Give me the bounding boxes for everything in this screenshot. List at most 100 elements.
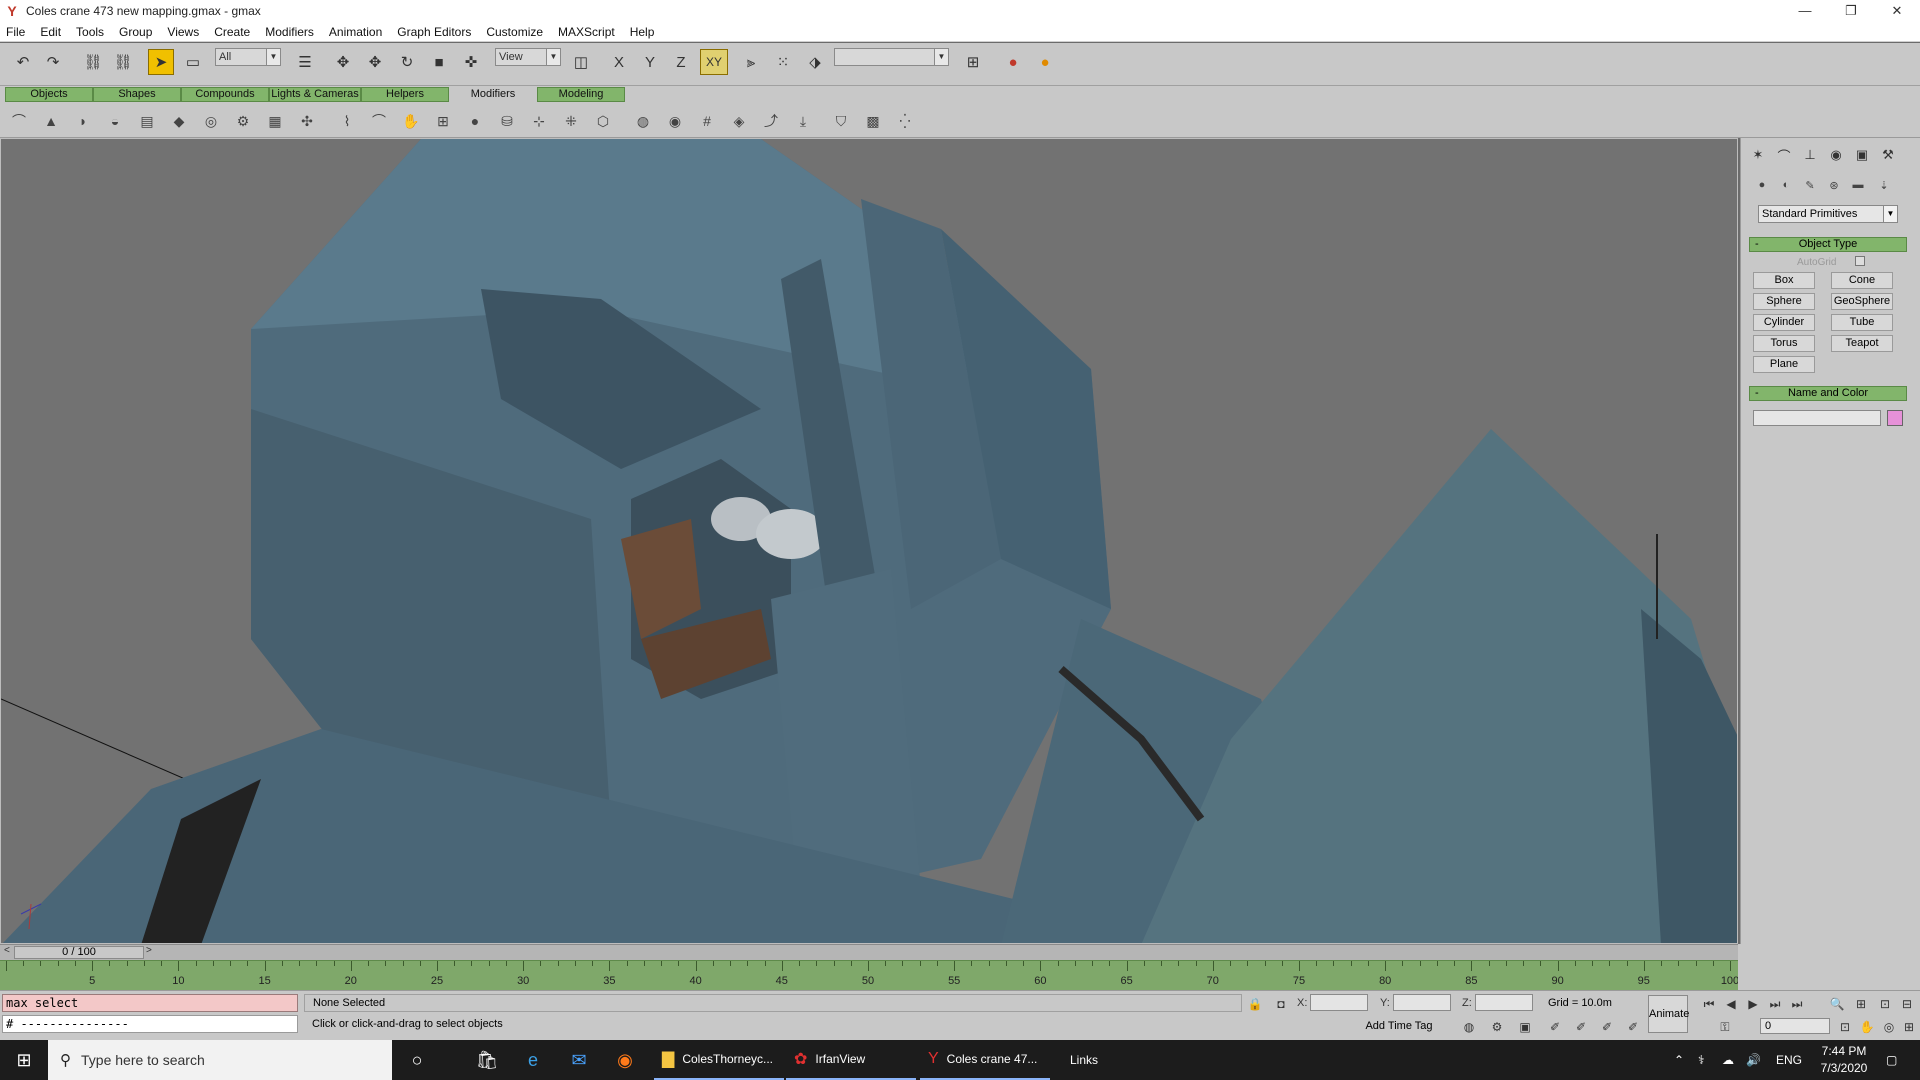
restrict-xy-button[interactable]: XY xyxy=(700,49,728,75)
angle-snap-icon[interactable]: ▣ xyxy=(1516,1018,1534,1036)
mail-icon[interactable]: ✉ xyxy=(562,1040,596,1080)
animate-button[interactable]: Animate xyxy=(1648,995,1689,1033)
named-selection-dropdown[interactable]: ▼ xyxy=(834,48,949,66)
noise-icon[interactable]: ◒ xyxy=(104,110,126,132)
time-slider[interactable]: < 0 / 100 > xyxy=(0,944,1738,960)
cone-button[interactable]: Cone xyxy=(1831,272,1893,289)
menu-views[interactable]: Views xyxy=(167,25,199,39)
tab-objects[interactable]: Objects xyxy=(5,87,93,102)
add-time-tag-button[interactable]: Add Time Tag xyxy=(1359,1018,1439,1034)
render-icon[interactable]: ● xyxy=(1032,49,1058,75)
region-select-icon[interactable]: ▭ xyxy=(180,49,206,75)
maxscript-listener-input[interactable]: max select xyxy=(2,994,298,1012)
plane-button[interactable]: Plane xyxy=(1753,356,1815,373)
go-to-end-icon[interactable]: ⏭ xyxy=(1788,995,1806,1013)
select-move-icon[interactable]: ✥ xyxy=(330,49,356,75)
skew-icon[interactable]: ⌇ xyxy=(336,110,358,132)
space-warps-icon[interactable]: ⇣ xyxy=(1875,176,1893,194)
teapot-button[interactable]: Teapot xyxy=(1831,335,1893,352)
language-indicator[interactable]: ENG xyxy=(1776,1040,1802,1080)
tab-shapes[interactable]: Shapes xyxy=(93,87,181,102)
lattice-icon[interactable]: ⁜ xyxy=(560,110,582,132)
grid-icon[interactable]: # xyxy=(696,110,718,132)
bend-icon[interactable]: ⌒ xyxy=(8,110,30,132)
cap-holes-icon[interactable]: ⛉ xyxy=(830,110,852,132)
x-coordinate-field[interactable] xyxy=(1310,994,1368,1011)
menu-maxscript[interactable]: MAXScript xyxy=(558,25,615,39)
prev-frame-icon[interactable]: < xyxy=(4,945,10,956)
close-button[interactable]: ✕ xyxy=(1874,0,1920,22)
edit-icon[interactable]: ✐ xyxy=(1624,1018,1642,1036)
tab-modeling[interactable]: Modeling xyxy=(537,87,625,102)
stretch-icon[interactable]: ▤ xyxy=(136,110,158,132)
select-rotate-icon[interactable]: ↻ xyxy=(394,49,420,75)
menu-modifiers[interactable]: Modifiers xyxy=(265,25,314,39)
hierarchy-tab-icon[interactable]: ⊥ xyxy=(1799,144,1821,166)
array-icon[interactable]: ⁙ xyxy=(770,49,796,75)
arc-rotate-icon[interactable]: ◎ xyxy=(1880,1018,1898,1036)
unlink-icon[interactable]: ⛓ xyxy=(110,49,136,75)
geosphere-button[interactable]: GeoSphere xyxy=(1831,293,1893,310)
menu-group[interactable]: Group xyxy=(119,25,152,39)
ffd-icon[interactable]: ⊞ xyxy=(432,110,454,132)
taskbar-item-gmax[interactable]: Y Coles crane 47... xyxy=(920,1040,1050,1080)
cylinder-button[interactable]: Cylinder xyxy=(1753,314,1815,331)
current-frame-field[interactable]: 0 xyxy=(1760,1018,1830,1034)
tab-lights-cameras[interactable]: Lights & Cameras xyxy=(269,87,361,102)
z-coordinate-field[interactable] xyxy=(1475,994,1533,1011)
select-move-alt-icon[interactable]: ✥ xyxy=(362,49,388,75)
smooth-icon[interactable]: ⤓ xyxy=(792,110,814,132)
windows-start-icon[interactable]: ⊞ xyxy=(0,1040,48,1080)
menu-file[interactable]: File xyxy=(6,25,25,39)
utilities-tab-icon[interactable]: ⚒ xyxy=(1877,144,1899,166)
chevron-up-icon[interactable]: ⌃ xyxy=(1674,1040,1684,1080)
edge-browser-icon[interactable]: e xyxy=(516,1040,550,1080)
torus-button[interactable]: Torus xyxy=(1753,335,1815,352)
menu-create[interactable]: Create xyxy=(214,25,250,39)
taskbar-item-folder[interactable]: ▇ ColesThorneyc... xyxy=(654,1040,784,1080)
menu-graph-editors[interactable]: Graph Editors xyxy=(397,25,471,39)
cameras-icon[interactable]: ⊛ xyxy=(1825,176,1843,194)
zoom-icon[interactable]: 🔍 xyxy=(1828,995,1846,1013)
next-frame-icon[interactable]: > xyxy=(146,945,152,956)
squeeze-icon[interactable]: ◆ xyxy=(168,110,190,132)
mesh-select-icon[interactable]: ⬡ xyxy=(592,110,614,132)
firefox-icon[interactable]: ◉ xyxy=(608,1040,642,1080)
lights-icon[interactable]: ✎ xyxy=(1801,176,1819,194)
taskbar-search-box[interactable]: ⚲ Type here to search xyxy=(48,1040,392,1080)
xform-icon[interactable]: ⊹ xyxy=(528,110,550,132)
network-icon[interactable]: ⚕ xyxy=(1698,1040,1705,1080)
taskbar-item-irfanview[interactable]: ✿ IrfanView xyxy=(786,1040,916,1080)
ripple-icon[interactable]: ▦ xyxy=(264,110,286,132)
modify-tab-icon[interactable]: ⌒ xyxy=(1773,144,1795,166)
autogrid-checkbox[interactable] xyxy=(1855,256,1865,266)
wave-icon[interactable]: ✣ xyxy=(296,110,318,132)
pivot-center-icon[interactable]: ◫ xyxy=(568,49,594,75)
select-by-name-icon[interactable]: ☰ xyxy=(292,49,318,75)
object-color-swatch[interactable] xyxy=(1887,410,1903,426)
tab-modifiers[interactable]: Modifiers xyxy=(449,87,537,102)
create-tab-icon[interactable]: ✶ xyxy=(1747,144,1769,166)
time-slider-thumb[interactable]: 0 / 100 xyxy=(14,946,144,959)
region-zoom-icon[interactable]: ⊡ xyxy=(1836,1018,1854,1036)
zoom-extents-all-icon[interactable]: ⊟ xyxy=(1898,995,1916,1013)
menu-animation[interactable]: Animation xyxy=(329,25,382,39)
mirror-icon[interactable]: ⫸ xyxy=(738,49,764,75)
menu-edit[interactable]: Edit xyxy=(40,25,61,39)
uvw-map-icon[interactable]: ◉ xyxy=(664,110,686,132)
helpers-icon[interactable]: ▬ xyxy=(1849,176,1867,194)
reference-coord-dropdown[interactable]: View ▼ xyxy=(495,48,561,66)
motion-tab-icon[interactable]: ◉ xyxy=(1825,144,1847,166)
tab-compounds[interactable]: Compounds xyxy=(181,87,269,102)
perspective-viewport[interactable] xyxy=(0,138,1738,944)
key-mode-icon[interactable]: ⚿ xyxy=(1716,1018,1734,1036)
select-scale-icon[interactable]: ■ xyxy=(426,49,452,75)
cylinder-map-icon[interactable]: ⛁ xyxy=(496,110,518,132)
diamond-grid-icon[interactable]: ◈ xyxy=(728,110,750,132)
pan-icon[interactable]: ✋ xyxy=(1858,1018,1876,1036)
manipulate-icon[interactable]: ✜ xyxy=(458,49,484,75)
relax-icon[interactable]: ⚙ xyxy=(232,110,254,132)
play-icon[interactable]: ▶ xyxy=(1744,995,1762,1013)
slice-icon[interactable]: ⌒ xyxy=(368,110,390,132)
next-key-icon[interactable]: ⏭ xyxy=(1766,995,1784,1013)
